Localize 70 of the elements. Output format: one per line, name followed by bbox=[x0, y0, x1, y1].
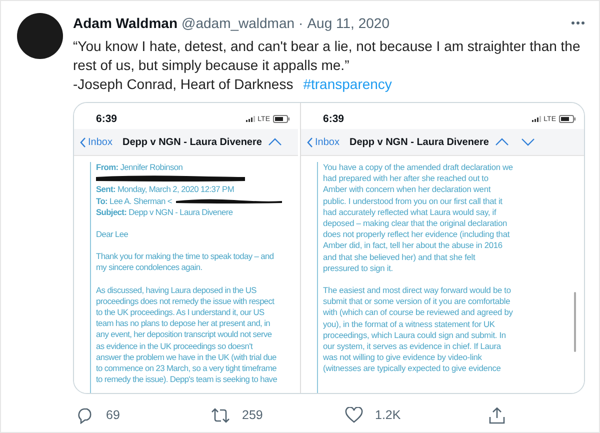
header-value: Monday, March 2, 2020 12:37 PM bbox=[117, 184, 234, 196]
chevron-up-icon[interactable] bbox=[268, 138, 282, 146]
email-text-line: proceedings, which Laura could sign and submit. In bbox=[323, 330, 507, 342]
header-label: From: bbox=[96, 162, 118, 174]
action-count: 1.2K bbox=[375, 408, 401, 422]
speech-bubble-icon[interactable] bbox=[77, 406, 94, 424]
email-text-line: pressured to sign it. bbox=[323, 262, 394, 274]
email-subject-title: Depp v NGN - Laura Divenere bbox=[349, 136, 489, 148]
heart-icon[interactable] bbox=[345, 407, 363, 423]
email-text-line: had accurately reflected what Laura would say, if bbox=[323, 206, 498, 218]
header-value: Lee A. Sherman < bbox=[110, 196, 172, 207]
signal-icon bbox=[246, 116, 255, 122]
tweet-text: “You know I hate, detest, and can't bear a lie, not because I am straighter than the rest of us, but simply because it appalls me.” bbox=[73, 37, 582, 75]
retweet-icon[interactable] bbox=[211, 408, 230, 422]
tweet-date[interactable]: Aug 11, 2020 bbox=[307, 15, 390, 31]
email-text-line: You have a copy of the amended draft declaration we bbox=[323, 162, 514, 174]
email-text-line: submit that or some version of it you are comfortable bbox=[323, 296, 512, 308]
chevron-up-icon[interactable] bbox=[494, 138, 509, 146]
author-handle[interactable]: @adam_waldman bbox=[182, 15, 295, 31]
email-text-line: team has no plans to depose her at present and, in bbox=[96, 318, 272, 330]
back-button[interactable]: Inbox bbox=[307, 136, 340, 148]
chevron-down-icon[interactable] bbox=[520, 138, 535, 146]
email-text-line: to remedy the issue). Depp's team is seeking to have bbox=[96, 374, 278, 386]
back-button[interactable]: Inbox bbox=[80, 136, 112, 148]
email-text-line: does not properly reflect her evidence (including that bbox=[323, 229, 511, 240]
status-time: 6:39 bbox=[96, 113, 118, 125]
battery-icon bbox=[273, 115, 290, 123]
email-text-line: deposed – making clear that the original declaration bbox=[323, 218, 508, 230]
header-label: Sent: bbox=[96, 184, 116, 196]
email-text-line: you), in the format of a witness statement for UK bbox=[323, 318, 496, 330]
email-text-line: as evidence in the UK proceedings so doesn't bbox=[96, 340, 254, 352]
email-text-line: to commence on 23 March, so a very tight timeframe bbox=[96, 362, 278, 374]
separator: · bbox=[298, 15, 304, 31]
header-label: To: bbox=[96, 196, 108, 207]
status-time: 6:39 bbox=[323, 113, 344, 125]
email-text-line: Dear Lee bbox=[96, 228, 130, 240]
email-text-line: answer the problem we have in the UK (with trial due bbox=[96, 352, 278, 363]
signal-icon bbox=[532, 116, 541, 122]
email-text-line: was not willing to give evidence by video-link bbox=[323, 352, 483, 364]
email-text-line: As discussed, having Laura deposed in the US bbox=[96, 284, 258, 296]
header-label: Subject: bbox=[96, 206, 127, 218]
email-text-line: Thank you for making the time to speak today – and bbox=[96, 251, 275, 262]
email-text-line: proceedings does not remedy the issue with respect bbox=[96, 296, 276, 307]
scrollbar[interactable] bbox=[574, 292, 576, 352]
attribution-text: -Joseph Conrad, Heart of Darkness bbox=[73, 75, 294, 94]
email-text-line: The easiest and most direct way forward would be to bbox=[323, 285, 512, 296]
email-text-line: had prepared with her after she reached out to bbox=[323, 173, 490, 184]
header-value: Depp v NGN - Laura Divenere bbox=[128, 206, 233, 218]
email-text-line: Amber did, in fact, tell her about the abuse in 2016 bbox=[323, 240, 504, 252]
image-panel[interactable] bbox=[73, 102, 585, 394]
email-text-line: Amber with concern when her declaration went bbox=[323, 184, 492, 196]
email-text-line: (witnesses are typically expected to give evidence bbox=[323, 363, 502, 375]
more-icon[interactable] bbox=[571, 21, 585, 25]
author-name[interactable]: Adam Waldman bbox=[73, 15, 178, 31]
header-value: Jennifer Robinson bbox=[120, 162, 183, 174]
email-text-line: to the UK proceedings. As I understand it, our US bbox=[96, 306, 266, 318]
action-count: 259 bbox=[242, 408, 263, 422]
email-text-line: with (which can of course be reviewed and agreed by bbox=[323, 307, 514, 319]
email-text-line: and that she believed her) and that she felt bbox=[323, 252, 476, 263]
share-icon[interactable] bbox=[489, 406, 505, 424]
battery-icon bbox=[559, 115, 576, 123]
action-count: 69 bbox=[106, 408, 120, 422]
email-text-line: my sincere condolences again. bbox=[96, 262, 204, 274]
email-text-line: our system, it serves as evidence in chief. If Laura bbox=[323, 341, 502, 352]
chevron-left-icon bbox=[80, 136, 86, 148]
avatar[interactable] bbox=[17, 13, 63, 59]
email-text-line: public. I understood from you on our first call that it bbox=[323, 196, 504, 207]
email-text-line: any event, her deposition transcript would not serve bbox=[96, 329, 273, 341]
chevron-left-icon bbox=[307, 136, 313, 148]
email-subject-title: Depp v NGN - Laura Divenere bbox=[122, 136, 262, 148]
